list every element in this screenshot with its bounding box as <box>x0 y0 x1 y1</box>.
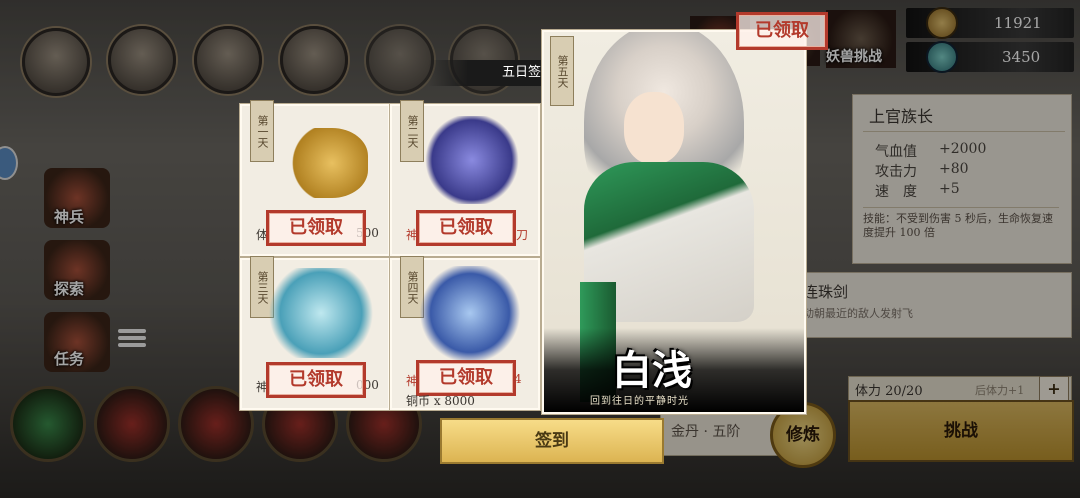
sign-in-button[interactable]: 签到 <box>440 418 664 464</box>
claimed-stamp: 已领取 <box>266 210 366 246</box>
character-face <box>624 92 684 164</box>
sign-in-card-day-4: 第四天 神 4 已领取 铜币 x 8000 <box>390 256 540 410</box>
sign-in-card-day-3: 第三天 神 000 已领取 <box>240 256 390 410</box>
claimed-stamp: 已领取 <box>266 362 366 398</box>
character-tagline: 回到往日的平静时光 <box>590 396 689 407</box>
sign-in-card-day-2: 第二天 神 刀 已领取 <box>390 100 540 256</box>
claimed-stamp-top: 已领取 <box>736 12 828 50</box>
day-tag: 第五天 <box>550 36 574 106</box>
day-tag: 第一天 <box>250 100 274 162</box>
reward-blade-icon <box>422 116 522 204</box>
sign-in-card-day-1: 第一天 体 500 已领取 <box>240 100 390 256</box>
reward-label: 铜币 x 8000 <box>406 394 475 408</box>
claimed-stamp: 已领取 <box>416 360 516 396</box>
reward-coin-icon <box>278 128 368 198</box>
character-name: 白浅 <box>612 347 692 394</box>
day-tag: 第二天 <box>400 100 424 162</box>
claimed-stamp: 已领取 <box>416 210 516 246</box>
reward-scroll-icon <box>416 266 524 360</box>
reward-spirit-icon <box>262 268 380 358</box>
sign-in-card-day-5: 第五天 白浅 回到往日的平静时光 <box>542 30 806 414</box>
